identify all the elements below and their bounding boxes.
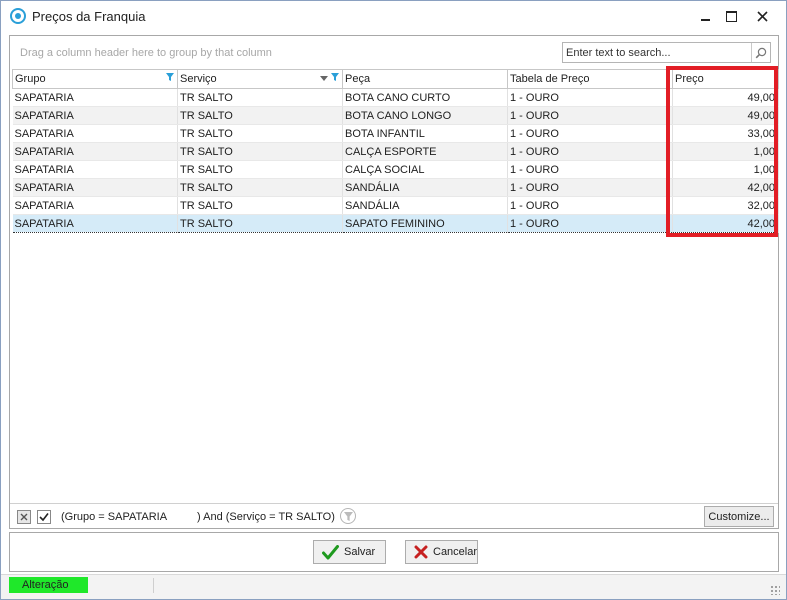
cell-preco[interactable]: 1,00 bbox=[672, 160, 779, 179]
filter-expression[interactable]: (Grupo = SAPATARIA ) And (Serviço = TR S… bbox=[61, 511, 335, 523]
cell-preco[interactable]: 33,00 bbox=[672, 124, 779, 143]
save-button[interactable]: Salvar bbox=[313, 540, 386, 564]
cell-tabela[interactable]: 1 - OURO bbox=[507, 124, 673, 143]
cell-grupo[interactable]: SAPATARIA bbox=[12, 124, 178, 143]
filter-active-icon[interactable] bbox=[166, 73, 174, 81]
cell-tabela[interactable]: 1 - OURO bbox=[507, 88, 673, 107]
status-bar: Alteração bbox=[1, 574, 786, 599]
cell-peca[interactable]: BOTA CANO LONGO bbox=[342, 106, 508, 125]
table-row[interactable]: SAPATARIA TR SALTO SANDÁLIA 1 - OURO 42,… bbox=[12, 178, 779, 197]
minimize-button[interactable] bbox=[694, 5, 716, 27]
filter-bar: (Grupo = SAPATARIA ) And (Serviço = TR S… bbox=[10, 503, 778, 528]
column-header-label: Peça bbox=[345, 73, 371, 85]
table-row-selected[interactable]: SAPATARIA TR SALTO SAPATO FEMININO 1 - O… bbox=[12, 214, 779, 233]
cancel-button[interactable]: Cancelar bbox=[405, 540, 478, 564]
column-header-servico[interactable]: Serviço bbox=[177, 69, 343, 89]
cell-preco[interactable]: 1,00 bbox=[672, 142, 779, 161]
cell-preco[interactable]: 42,00 bbox=[672, 178, 779, 197]
cell-preco[interactable]: 32,00 bbox=[672, 196, 779, 215]
table-row[interactable]: SAPATARIA TR SALTO CALÇA SOCIAL 1 - OURO… bbox=[12, 160, 779, 179]
table-row[interactable]: SAPATARIA TR SALTO SANDÁLIA 1 - OURO 32,… bbox=[12, 196, 779, 215]
column-header-preco[interactable]: Preço bbox=[672, 69, 779, 89]
cell-servico[interactable]: TR SALTO bbox=[177, 196, 343, 215]
cell-peca[interactable]: SAPATO FEMININO bbox=[342, 214, 508, 233]
cell-peca[interactable]: SANDÁLIA bbox=[342, 196, 508, 215]
cell-grupo[interactable]: SAPATARIA bbox=[12, 106, 178, 125]
search-button[interactable] bbox=[751, 43, 770, 62]
search-input[interactable] bbox=[563, 43, 751, 62]
window-title: Preços da Franquia bbox=[32, 9, 146, 24]
cell-tabela[interactable]: 1 - OURO bbox=[507, 214, 673, 233]
cell-peca[interactable]: BOTA CANO CURTO bbox=[342, 88, 508, 107]
search-box bbox=[562, 42, 771, 63]
cancel-x-icon bbox=[414, 545, 428, 559]
filter-editor-button[interactable] bbox=[340, 508, 356, 524]
checkmark-icon bbox=[39, 513, 49, 522]
checkmark-icon bbox=[322, 544, 339, 560]
cell-preco[interactable]: 42,00 bbox=[672, 214, 779, 233]
cell-servico[interactable]: TR SALTO bbox=[177, 178, 343, 197]
table-row[interactable]: SAPATARIA TR SALTO BOTA CANO LONGO 1 - O… bbox=[12, 106, 779, 125]
cell-preco[interactable]: 49,00 bbox=[672, 88, 779, 107]
filter-enabled-checkbox[interactable] bbox=[37, 510, 51, 524]
maximize-button[interactable] bbox=[720, 5, 742, 27]
group-panel[interactable]: Drag a column header here to group by th… bbox=[10, 36, 778, 68]
cell-peca[interactable]: BOTA INFANTIL bbox=[342, 124, 508, 143]
prices-window: Preços da Franquia Drag a column header … bbox=[0, 0, 787, 600]
cell-tabela[interactable]: 1 - OURO bbox=[507, 178, 673, 197]
cell-tabela[interactable]: 1 - OURO bbox=[507, 142, 673, 161]
status-separator bbox=[153, 578, 154, 593]
close-icon bbox=[20, 513, 28, 521]
cell-servico[interactable]: TR SALTO bbox=[177, 106, 343, 125]
cell-grupo[interactable]: SAPATARIA bbox=[12, 88, 178, 107]
column-header-peca[interactable]: Peça bbox=[342, 69, 508, 89]
filter-active-icon[interactable] bbox=[331, 73, 339, 81]
cell-servico[interactable]: TR SALTO bbox=[177, 88, 343, 107]
cell-grupo[interactable]: SAPATARIA bbox=[12, 196, 178, 215]
cell-grupo[interactable]: SAPATARIA bbox=[12, 178, 178, 197]
grid-table: Grupo Serviço Peça Tabela de Preço Preço… bbox=[12, 69, 779, 233]
app-icon bbox=[10, 8, 26, 24]
cell-grupo[interactable]: SAPATARIA bbox=[12, 142, 178, 161]
column-header-tabela-de-preco[interactable]: Tabela de Preço bbox=[507, 69, 673, 89]
cell-tabela[interactable]: 1 - OURO bbox=[507, 160, 673, 179]
action-bar: Salvar Cancelar bbox=[9, 532, 779, 572]
cell-servico[interactable]: TR SALTO bbox=[177, 124, 343, 143]
header-row: Grupo Serviço Peça Tabela de Preço Preço bbox=[12, 69, 779, 89]
cell-servico[interactable]: TR SALTO bbox=[177, 142, 343, 161]
column-header-label: Preço bbox=[675, 73, 704, 85]
cell-grupo[interactable]: SAPATARIA bbox=[12, 160, 178, 179]
cell-servico[interactable]: TR SALTO bbox=[177, 214, 343, 233]
customize-button[interactable]: Customize... bbox=[704, 506, 774, 527]
cell-grupo[interactable]: SAPATARIA bbox=[12, 214, 178, 233]
table-row[interactable]: SAPATARIA TR SALTO BOTA CANO CURTO 1 - O… bbox=[12, 88, 779, 107]
close-button[interactable] bbox=[751, 5, 773, 27]
column-header-label: Grupo bbox=[15, 73, 46, 85]
resize-grip-icon[interactable] bbox=[770, 585, 780, 595]
title-bar[interactable]: Preços da Franquia bbox=[1, 1, 786, 31]
cancel-label: Cancelar bbox=[433, 546, 478, 558]
cell-tabela[interactable]: 1 - OURO bbox=[507, 196, 673, 215]
group-hint: Drag a column header here to group by th… bbox=[20, 47, 272, 59]
search-icon bbox=[755, 47, 767, 58]
cell-peca[interactable]: CALÇA SOCIAL bbox=[342, 160, 508, 179]
cell-peca[interactable]: SANDÁLIA bbox=[342, 178, 508, 197]
data-grid: Drag a column header here to group by th… bbox=[9, 35, 779, 529]
column-header-grupo[interactable]: Grupo bbox=[12, 69, 178, 89]
funnel-icon bbox=[343, 511, 353, 521]
cell-servico[interactable]: TR SALTO bbox=[177, 160, 343, 179]
table-row[interactable]: SAPATARIA TR SALTO CALÇA ESPORTE 1 - OUR… bbox=[12, 142, 779, 161]
clear-filter-button[interactable] bbox=[17, 510, 31, 524]
cell-peca[interactable]: CALÇA ESPORTE bbox=[342, 142, 508, 161]
cell-tabela[interactable]: 1 - OURO bbox=[507, 106, 673, 125]
status-mode-badge: Alteração bbox=[9, 577, 88, 593]
save-label: Salvar bbox=[344, 546, 376, 558]
close-icon bbox=[756, 10, 768, 22]
cell-preco[interactable]: 49,00 bbox=[672, 106, 779, 125]
sort-descending-icon bbox=[320, 76, 328, 81]
column-header-label: Serviço bbox=[180, 73, 217, 85]
table-row[interactable]: SAPATARIA TR SALTO BOTA INFANTIL 1 - OUR… bbox=[12, 124, 779, 143]
column-header-label: Tabela de Preço bbox=[510, 73, 590, 85]
